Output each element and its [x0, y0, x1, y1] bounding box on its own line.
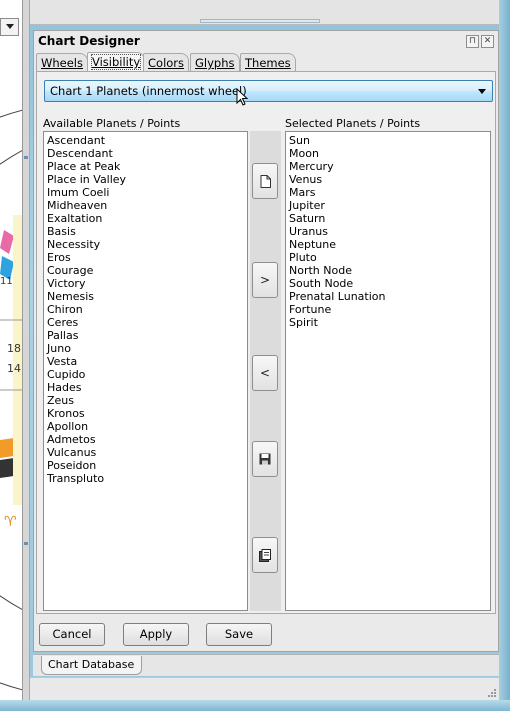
resize-grip-icon[interactable] [487, 688, 497, 698]
add-point-button[interactable]: > [252, 262, 278, 298]
list-item[interactable]: Moon [289, 147, 487, 160]
list-item[interactable]: Juno [47, 342, 244, 355]
list-item[interactable]: Place at Peak [47, 160, 244, 173]
available-list-label: Available Planets / Points [43, 117, 181, 130]
list-item[interactable]: Descendant [47, 147, 244, 160]
list-item[interactable]: Nemesis [47, 290, 244, 303]
list-item[interactable]: Pluto [289, 251, 487, 264]
new-list-button[interactable] [252, 163, 278, 199]
list-item[interactable]: Cupido [47, 368, 244, 381]
tab-label: Wheels [41, 56, 83, 70]
close-icon[interactable]: ✕ [481, 35, 494, 48]
tab-wheels[interactable]: Wheels [36, 53, 88, 72]
list-item[interactable]: Poseidon [47, 459, 244, 472]
list-item[interactable]: Necessity [47, 238, 244, 251]
selected-list-label: Selected Planets / Points [285, 117, 421, 130]
chart-glyph-label: 18 [7, 342, 21, 355]
chart-glyph-label: 11 [0, 276, 13, 287]
tab-colors[interactable]: Colors [143, 53, 190, 72]
list-item[interactable]: Victory [47, 277, 244, 290]
horizontal-splitter-grip[interactable] [200, 19, 320, 23]
pin-icon[interactable]: ⊓ [466, 35, 479, 48]
window-bottom-border[interactable] [0, 700, 510, 711]
mouse-cursor-icon [236, 88, 248, 106]
move-buttons-column: > < [250, 131, 281, 611]
selected-points-list[interactable]: Sun Moon Mercury Venus Mars Jupiter Satu… [285, 131, 491, 611]
list-item[interactable]: North Node [289, 264, 487, 277]
bottom-tab-strip: Chart Database [33, 654, 499, 676]
list-item[interactable]: Vulcanus [47, 446, 244, 459]
designer-tabs: Wheels Visibility Colors Glyphs Themes [36, 52, 496, 72]
chart-designer-panel: Chart Designer ⊓ ✕ Wheels Visibility Col… [33, 30, 499, 652]
available-points-list[interactable]: Ascendant Descendant Place at Peak Place… [43, 131, 248, 611]
tab-themes[interactable]: Themes [240, 53, 296, 72]
list-item[interactable]: Place in Valley [47, 173, 244, 186]
status-bar [30, 677, 499, 700]
list-item[interactable]: Exaltation [47, 212, 244, 225]
save-button[interactable]: Save [206, 623, 272, 646]
tab-glyphs[interactable]: Glyphs [190, 53, 240, 72]
list-item[interactable]: Saturn [289, 212, 487, 225]
list-item[interactable]: Zeus [47, 394, 244, 407]
vertical-splitter[interactable] [23, 0, 30, 700]
list-item[interactable]: Imum Coeli [47, 186, 244, 199]
list-item[interactable]: Ascendant [47, 134, 244, 147]
tab-label: Colors [148, 56, 185, 70]
tab-chart-database[interactable]: Chart Database [41, 656, 143, 675]
floppy-disk-icon [259, 453, 271, 465]
list-item[interactable]: Hades [47, 381, 244, 394]
list-item[interactable]: Mars [289, 186, 487, 199]
list-item[interactable]: Venus [289, 173, 487, 186]
cancel-button[interactable]: Cancel [39, 623, 105, 646]
list-item[interactable]: Admetos [47, 433, 244, 446]
new-document-icon [260, 175, 271, 188]
wheel-select-dropdown[interactable]: Chart 1 Planets (innermost wheel) [44, 80, 493, 102]
list-item[interactable]: Chiron [47, 303, 244, 316]
list-item[interactable]: Mercury [289, 160, 487, 173]
list-item[interactable]: Fortune [289, 303, 487, 316]
list-item[interactable]: Courage [47, 264, 244, 277]
save-list-button[interactable] [252, 441, 278, 477]
visibility-tab-content: Chart 1 Planets (innermost wheel) Availa… [36, 71, 496, 614]
list-item[interactable]: Jupiter [289, 199, 487, 212]
list-item[interactable]: Neptune [289, 238, 487, 251]
list-item[interactable]: Pallas [47, 329, 244, 342]
chevron-down-icon [478, 89, 486, 94]
tab-label: Visibility [90, 54, 142, 70]
list-item[interactable]: Transpluto [47, 472, 244, 485]
remove-point-button[interactable]: < [252, 355, 278, 391]
apply-button[interactable]: Apply [123, 623, 189, 646]
list-item[interactable]: Vesta [47, 355, 244, 368]
list-item[interactable]: Apollon [47, 420, 244, 433]
list-item[interactable]: Spirit [289, 316, 487, 329]
list-item[interactable]: Uranus [289, 225, 487, 238]
panel-title: Chart Designer [38, 34, 140, 48]
chart-glyph-label: 14 [7, 362, 21, 375]
window-right-border[interactable] [499, 0, 510, 711]
list-item[interactable]: South Node [289, 277, 487, 290]
splitter-grip [24, 156, 28, 159]
splitter-grip [24, 542, 28, 545]
list-item[interactable]: Kronos [47, 407, 244, 420]
list-item[interactable]: Eros [47, 251, 244, 264]
load-list-button[interactable] [252, 537, 278, 573]
list-item[interactable]: Ceres [47, 316, 244, 329]
list-item[interactable]: Basis [47, 225, 244, 238]
chart-wheel-pane[interactable]: 11 18 14 ♈ [0, 0, 23, 700]
list-item[interactable]: Prenatal Lunation [289, 290, 487, 303]
top-docking-strip [30, 0, 499, 25]
tab-label: Themes [245, 56, 291, 70]
list-item[interactable]: Sun [289, 134, 487, 147]
tab-visibility[interactable]: Visibility [87, 52, 146, 72]
aries-glyph-icon: ♈ [4, 514, 17, 530]
tab-label: Glyphs [195, 56, 235, 70]
wheel-select-value: Chart 1 Planets (innermost wheel) [50, 84, 247, 98]
list-item[interactable]: Midheaven [47, 199, 244, 212]
open-file-icon [259, 549, 271, 562]
